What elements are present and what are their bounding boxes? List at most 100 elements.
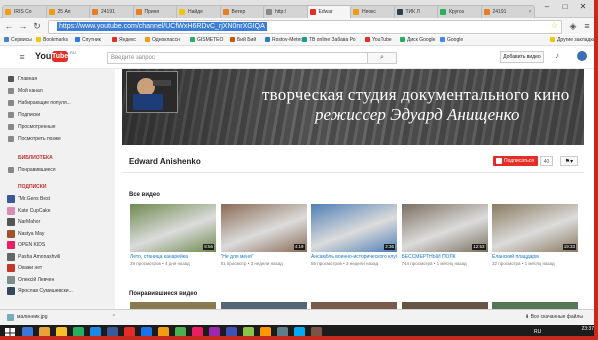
- clock[interactable]: 23:37: [581, 326, 594, 332]
- bookmark-label: YouTube: [372, 37, 392, 43]
- video-thumbnail[interactable]: 12:53: [401, 204, 488, 252]
- subscription-name: OPEN KIDS: [18, 242, 46, 248]
- back-icon[interactable]: ←: [4, 21, 14, 31]
- library-heading: БИБЛИОТЕКА: [18, 155, 53, 161]
- guide-menu-icon[interactable]: ≡: [17, 52, 27, 62]
- bookmark-star-icon[interactable]: ☆: [551, 21, 558, 30]
- bookmark-item[interactable]: Google: [440, 35, 463, 45]
- notifications-icon[interactable]: ♪: [555, 52, 563, 60]
- sidebar-item[interactable]: Набирающие популя...: [8, 99, 71, 107]
- input-language[interactable]: RU: [534, 329, 541, 335]
- bookmark-icon: [75, 37, 80, 42]
- subscription-name: Олексій Левчен: [18, 276, 55, 283]
- channel-options-button[interactable]: ⚑▾: [560, 156, 578, 166]
- bookmark-label: Rostov-Meteo: [272, 37, 304, 43]
- bookmark-item[interactable]: Rostov-Meteo: [265, 35, 303, 45]
- video-thumbnail[interactable]: 4:19: [220, 204, 307, 252]
- video-title[interactable]: "Не для меня": [221, 254, 307, 261]
- bookmark-icon: [365, 37, 370, 42]
- tab-label: IRIS Co: [14, 9, 32, 15]
- video-card[interactable]: 12:53 БЕССМЕРТНЫЙ ПОЛК 744 просмотра • 1 м…: [401, 204, 488, 267]
- bookmark-icon: [36, 37, 41, 42]
- video-thumbnail[interactable]: 2:36: [311, 204, 397, 252]
- sidebar-item[interactable]: Посмотреть позже: [8, 135, 61, 143]
- bookmark-item[interactable]: Яндекс: [112, 35, 136, 45]
- sidebar-item[interactable]: Просмотренные: [8, 123, 56, 131]
- sidebar-item-liked[interactable]: Понравившиеся: [8, 166, 56, 174]
- bookmark-item[interactable]: Одноклассн: [145, 35, 180, 45]
- subscription-item[interactable]: NarMahor: [7, 218, 40, 226]
- add-video-button[interactable]: Добавить видео: [500, 51, 544, 63]
- bookmark-label: Бий Бий: [237, 37, 257, 43]
- sidebar-item-label: Набирающие популя...: [18, 100, 71, 106]
- subscription-item[interactable]: Окажи нет: [7, 264, 42, 272]
- screen-edge-right: [594, 0, 598, 340]
- menu-icon[interactable]: ≡: [582, 21, 592, 31]
- logo-you[interactable]: You: [35, 51, 51, 62]
- subscription-item[interactable]: Pasha Amonashvili: [7, 252, 60, 261]
- url-field[interactable]: https://www.youtube.com/channel/UCfWxH6R…: [48, 20, 562, 34]
- minimize-icon[interactable]: –: [540, 2, 554, 12]
- sidebar-item[interactable]: Мой канал: [8, 87, 43, 95]
- bookmark-item[interactable]: Сервисы: [4, 35, 32, 45]
- bookmark-item[interactable]: TB online Забава Ро: [302, 35, 356, 45]
- bookmark-item[interactable]: Диск Google: [400, 35, 435, 45]
- reload-icon[interactable]: ↻: [32, 21, 42, 31]
- video-title[interactable]: БЕССМЕРТНЫЙ ПОЛК: [402, 254, 488, 261]
- video-title[interactable]: Еланский плацдарм: [492, 254, 578, 261]
- tab-favicon-icon: [309, 9, 316, 15]
- extension-icon[interactable]: ◈: [568, 21, 578, 31]
- subscriber-count: 40: [540, 156, 553, 166]
- bookmark-icon: [112, 37, 117, 42]
- section-liked-videos[interactable]: Понравившиеся видео: [129, 291, 197, 297]
- bookmark-item[interactable]: YouTube: [365, 35, 392, 45]
- subscription-item[interactable]: "Mr.Gens Best: [7, 195, 51, 203]
- screen-edge-bottom: [0, 336, 598, 340]
- sidebar-item[interactable]: Главная: [8, 75, 37, 83]
- channel-avatar[interactable]: [126, 71, 178, 113]
- video-title[interactable]: Ансамбль военно-исторического клуба "Каз…: [311, 254, 397, 261]
- subscription-item[interactable]: Олексій Левчен: [7, 275, 55, 284]
- video-card[interactable]: 8:56 Лето, станица канарейка 29 просмотров…: [130, 204, 216, 267]
- bookmark-item[interactable]: Спутник: [75, 35, 101, 45]
- download-item[interactable]: малинник.jpg ^: [5, 312, 117, 322]
- search-input[interactable]: Введите запрос: [107, 52, 368, 64]
- show-all-downloads[interactable]: ⬇ Все скачанные файлы: [525, 313, 583, 321]
- bookmark-icon: [190, 37, 195, 42]
- subscription-name: "Mr.Gens Best: [18, 196, 51, 202]
- subscription-item[interactable]: OPEN KIDS: [7, 241, 46, 249]
- video-card[interactable]: 2:36 Ансамбль военно-исторического клуба …: [311, 204, 397, 267]
- subscribe-button[interactable]: Подписаться: [493, 156, 538, 166]
- bookmark-item[interactable]: Bookmarks: [36, 35, 68, 45]
- video-card[interactable]: 19:33 Еланский плацдарм 32 просмотра • 1 м…: [492, 204, 578, 267]
- tab-close-icon[interactable]: ×: [529, 6, 532, 18]
- subscribe-label: Подписаться: [504, 158, 534, 164]
- banner-subtitle: режиссер Эдуард Анищенко: [315, 105, 520, 124]
- subscription-item[interactable]: Kate CupCake: [7, 206, 51, 215]
- video-age: 3 недели назад: [250, 261, 283, 266]
- youtube-logo[interactable]: Tube: [52, 51, 68, 62]
- chevron-up-icon[interactable]: ^: [113, 312, 115, 322]
- video-meta: 32 просмотра • 1 месяц назад: [492, 261, 578, 267]
- section-all-videos[interactable]: Все видео: [129, 192, 160, 198]
- search-button[interactable]: ⌕: [367, 52, 397, 64]
- bookmark-item[interactable]: Другие закладки: [550, 35, 595, 45]
- forward-icon[interactable]: →: [18, 21, 28, 31]
- bookmark-item[interactable]: Бий Бий: [230, 35, 256, 45]
- video-thumbnail[interactable]: 8:56: [130, 204, 216, 252]
- tab-favicon-icon: [396, 9, 403, 15]
- browser-tab[interactable]: 24191 ×: [480, 5, 535, 18]
- bookmark-item[interactable]: GISMETEO: [190, 35, 223, 45]
- subscription-item[interactable]: Nastya May: [7, 229, 44, 238]
- video-thumbnail[interactable]: 19:33: [492, 204, 578, 252]
- tab-favicon-icon: [135, 9, 142, 15]
- video-card[interactable]: 4:19 "Не для меня" 81 просмотр • 3 недели …: [220, 204, 307, 267]
- subscription-item[interactable]: Ярослав Сумишевски...: [7, 287, 73, 295]
- history-icon: [8, 124, 14, 130]
- maximize-icon[interactable]: □: [558, 2, 572, 12]
- window-close-icon[interactable]: ✕: [576, 2, 590, 12]
- video-title[interactable]: Лето, станица канарейка: [130, 254, 216, 261]
- channel-name[interactable]: Edward Anishenko: [129, 157, 201, 166]
- sidebar-item[interactable]: Подписки: [8, 111, 40, 119]
- account-avatar[interactable]: [577, 51, 587, 61]
